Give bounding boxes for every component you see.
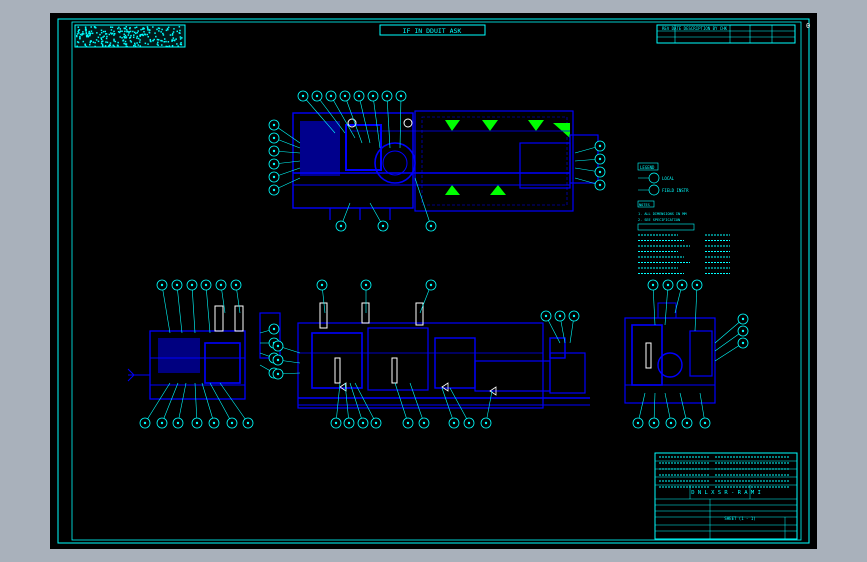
sheet-number: SHEET (1 - 1): [724, 516, 755, 521]
corner-label: 0: [806, 22, 811, 30]
cad-drawing[interactable]: IF IN DDUIT ASK REV DATE DESCRIPTION BY …: [50, 13, 817, 549]
drawing-title: D N L X S R - R A M I: [691, 490, 761, 496]
right-elevation: [624, 302, 716, 404]
notes-line-2: 2. SEE SPECIFICATION: [638, 218, 680, 222]
legend-item-1: LOCAL: [662, 176, 675, 181]
sheet-border-inner: [71, 21, 802, 541]
revision-table: REV DATE DESCRIPTION BY CHK: [656, 24, 796, 44]
company-logo: [74, 24, 186, 48]
title-banner: IF IN DDUIT ASK: [379, 24, 486, 36]
title-banner-text: IF IN DDUIT ASK: [403, 27, 462, 35]
front-elevation-callouts: [272, 279, 580, 429]
title-block: D N L X S R - R A M I SHEET (1 - 1): [654, 452, 798, 540]
revision-header: REV DATE DESCRIPTION BY CHK: [662, 26, 728, 31]
plan-view: [292, 110, 599, 220]
notes-line-1: 1. ALL DIMENSIONS IN MM: [638, 212, 686, 216]
left-elevation: [127, 305, 281, 400]
drawing-viewport[interactable]: IF IN DDUIT ASK REV DATE DESCRIPTION BY …: [50, 13, 817, 549]
legend-header: LEGEND: [640, 165, 655, 170]
legend-panel: LEGEND LOCAL FIELD INSTR NOTES 1. ALL DI…: [637, 162, 730, 275]
notes-header: NOTES: [639, 203, 650, 207]
legend-item-2: FIELD INSTR: [662, 188, 689, 193]
